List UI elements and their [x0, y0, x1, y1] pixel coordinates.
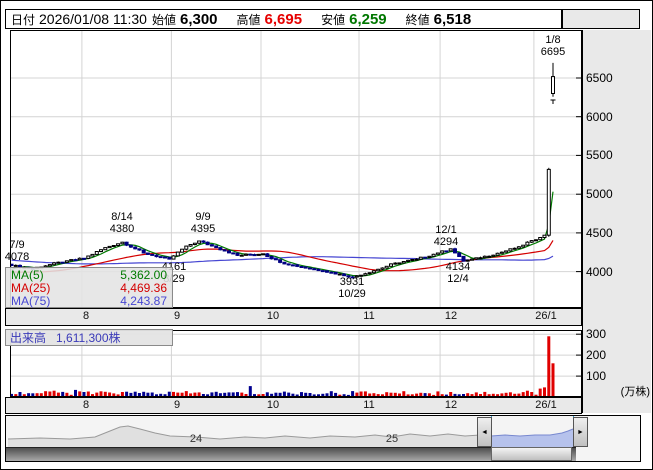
date-label: 日付: [11, 11, 35, 28]
price-xaxis-band: [5, 308, 582, 326]
low-label: 安値: [321, 11, 345, 28]
scrollbar-handle[interactable]: [491, 447, 572, 461]
volume-xaxis-band: [5, 397, 582, 414]
ma-legend-row: MA(75)4,243.87: [6, 295, 172, 308]
volume-value: 1,611,300株: [56, 329, 121, 346]
volume-unit-label: (万株): [621, 383, 650, 399]
close-label: 終値: [406, 11, 430, 28]
stock-chart-app: 日付 2026/01/08 11:30 始値 6,300 高値 6,695 安値…: [0, 0, 653, 470]
left-arrow-icon: ◄: [481, 429, 488, 436]
open-label: 始値: [152, 11, 176, 28]
scroll-left-button[interactable]: ◄: [477, 417, 492, 447]
volume-label: 出来高: [10, 329, 46, 346]
year-label-25: 25: [386, 433, 398, 445]
right-arrow-icon: ►: [577, 429, 584, 436]
scroll-right-button[interactable]: ►: [573, 417, 588, 447]
low-value: 6,259: [349, 11, 387, 28]
header-corner: [562, 9, 640, 29]
ohlc-header: 日付 2026/01/08 11:30 始値 6,300 高値 6,695 安値…: [5, 9, 562, 29]
year-label-24: 24: [190, 433, 202, 445]
open-value: 6,300: [180, 11, 218, 28]
right-axis-panel: [582, 30, 651, 413]
volume-label-box: 出来高 1,611,300株: [5, 329, 173, 346]
close-value: 6,518: [434, 11, 472, 28]
high-label: 高値: [237, 11, 261, 28]
history-navigator: 24 25 ◄ ►: [5, 415, 641, 462]
date-value: 2026/01/08 11:30: [39, 11, 147, 27]
high-value: 6,695: [265, 11, 303, 28]
ma-legend: MA(5)5,362.00MA(25)4,469.36MA(75)4,243.8…: [5, 267, 173, 308]
